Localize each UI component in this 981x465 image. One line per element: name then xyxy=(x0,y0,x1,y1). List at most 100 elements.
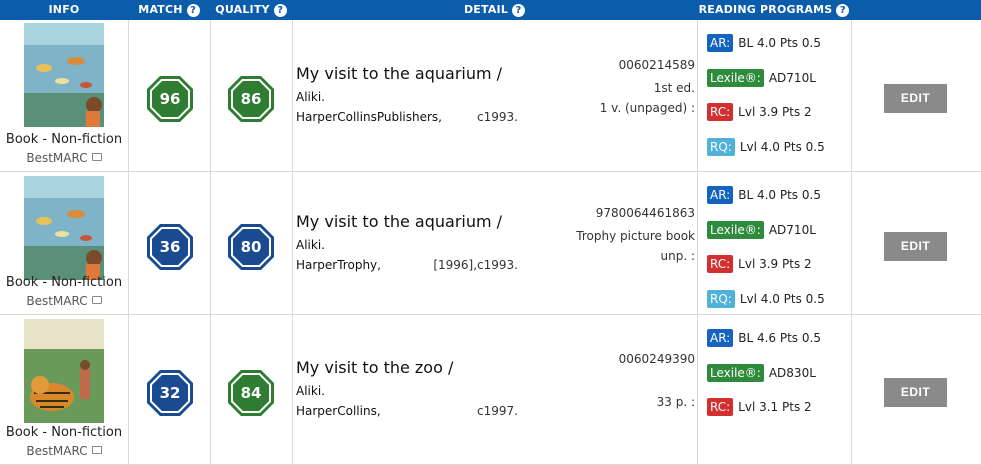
source-text: BestMARC xyxy=(26,294,88,308)
book-title-link[interactable]: My visit to the zoo / xyxy=(296,358,453,377)
reading-program-lexile: Lexile®: AD710L xyxy=(707,221,816,239)
edition-text: 1st ed. xyxy=(653,81,695,95)
edit-button[interactable]: EDIT xyxy=(884,84,947,113)
header-detail-label: DETAIL xyxy=(463,3,509,16)
reading-program-rq: RQ: Lvl 4.0 Pts 0.5 xyxy=(707,138,825,156)
program-badge: RC: xyxy=(707,103,734,121)
book-title-link[interactable]: My visit to the aquarium / xyxy=(296,64,502,83)
program-value: Lvl 3.9 Pts 2 xyxy=(738,257,812,271)
program-badge: Lexile®: xyxy=(707,364,764,382)
quality-score-badge: 84 xyxy=(227,369,275,417)
program-badge: RQ: xyxy=(707,138,735,156)
header-info: INFO xyxy=(0,0,128,20)
isbn-text: 0060249390 xyxy=(618,352,695,366)
record-icon[interactable] xyxy=(91,296,102,304)
format-label: Book - Non-fiction xyxy=(5,275,123,290)
book-cover-image[interactable] xyxy=(24,23,104,127)
format-label: Book - Non-fiction xyxy=(5,425,123,440)
publisher-text: HarperTrophy, xyxy=(296,258,381,272)
program-badge: AR: xyxy=(707,329,734,347)
program-value: BL 4.0 Pts 0.5 xyxy=(738,188,821,202)
quality-score: 86 xyxy=(240,90,262,108)
header-match-label: MATCH xyxy=(138,3,183,16)
table-row: Book - Non-fiction BestMARC 96 86 My visit t… xyxy=(0,20,981,172)
program-value: AD710L xyxy=(768,223,816,237)
source-label: BestMARC xyxy=(0,151,128,165)
program-value: Lvl 4.0 Pts 0.5 xyxy=(739,140,825,154)
quality-score: 80 xyxy=(240,238,262,256)
isbn-text: 0060214589 xyxy=(618,58,695,72)
header-quality: QUALITY ? xyxy=(210,0,292,20)
extent-text: 33 p. : xyxy=(656,395,695,409)
help-icon[interactable]: ? xyxy=(836,3,850,17)
match-score: 96 xyxy=(159,90,181,108)
match-score: 36 xyxy=(159,238,181,256)
match-score: 32 xyxy=(159,384,181,402)
edit-button[interactable]: EDIT xyxy=(884,232,947,261)
author-text: Aliki. xyxy=(296,90,325,104)
program-badge: Lexile®: xyxy=(707,69,764,87)
header-match: MATCH ? xyxy=(128,0,210,20)
help-icon[interactable]: ? xyxy=(512,3,526,17)
reading-program-rc: RC: Lvl 3.9 Pts 2 xyxy=(707,255,812,273)
source-text: BestMARC xyxy=(26,444,88,458)
header-detail: DETAIL ? xyxy=(292,0,697,20)
book-title-link[interactable]: My visit to the aquarium / xyxy=(296,212,502,231)
publication-date: c1993. xyxy=(477,110,518,124)
program-badge: RC: xyxy=(707,255,734,273)
program-badge: AR: xyxy=(707,186,734,204)
program-value: Lvl 3.9 Pts 2 xyxy=(738,105,812,119)
publication-date: [1996],c1993. xyxy=(433,258,518,272)
program-value: BL 4.6 Pts 0.5 xyxy=(738,331,821,345)
reading-program-lexile: Lexile®: AD830L xyxy=(707,364,816,382)
edition-text: Trophy picture book xyxy=(576,229,695,243)
extent-text: unp. : xyxy=(660,249,696,263)
reading-program-rc: RC: Lvl 3.9 Pts 2 xyxy=(707,103,812,121)
author-text: Aliki. xyxy=(296,384,325,398)
program-badge: RQ: xyxy=(707,290,735,308)
program-value: BL 4.0 Pts 0.5 xyxy=(738,36,821,50)
reading-program-ar: AR: BL 4.0 Pts 0.5 xyxy=(707,186,821,204)
quality-score-badge: 80 xyxy=(227,223,275,271)
program-value: AD830L xyxy=(768,366,816,380)
publisher-text: HarperCollins, xyxy=(296,404,381,418)
author-text: Aliki. xyxy=(296,238,325,252)
source-label: BestMARC xyxy=(0,294,128,308)
help-icon[interactable]: ? xyxy=(186,3,200,17)
table-header: INFO MATCH ? QUALITY ? DETAIL ? READING … xyxy=(0,0,981,20)
program-badge: RC: xyxy=(707,398,734,416)
header-quality-label: QUALITY xyxy=(215,3,270,16)
header-reading-programs-label: READING PROGRAMS xyxy=(698,3,833,16)
match-score-badge: 36 xyxy=(146,223,194,271)
record-icon[interactable] xyxy=(91,446,102,454)
program-value: AD710L xyxy=(768,71,816,85)
program-value: Lvl 3.1 Pts 2 xyxy=(738,400,812,414)
reading-program-rc: RC: Lvl 3.1 Pts 2 xyxy=(707,398,812,416)
header-reading-programs: READING PROGRAMS ? xyxy=(697,0,851,20)
program-badge: Lexile®: xyxy=(707,221,764,239)
quality-score-badge: 86 xyxy=(227,75,275,123)
edit-button[interactable]: EDIT xyxy=(884,378,947,407)
source-text: BestMARC xyxy=(26,151,88,165)
format-label: Book - Non-fiction xyxy=(5,132,123,147)
isbn-text: 9780064461863 xyxy=(595,206,695,220)
reading-program-ar: AR: BL 4.6 Pts 0.5 xyxy=(707,329,821,347)
publication-date: c1997. xyxy=(477,404,518,418)
table-row: Book - Non-fiction BestMARC 32 84 My visit t… xyxy=(0,315,981,465)
book-cover-image[interactable] xyxy=(24,176,104,280)
book-cover-image[interactable] xyxy=(24,319,104,423)
quality-score: 84 xyxy=(240,384,262,402)
source-label: BestMARC xyxy=(0,444,128,458)
program-value: Lvl 4.0 Pts 0.5 xyxy=(739,292,825,306)
help-icon[interactable]: ? xyxy=(273,3,287,17)
program-badge: AR: xyxy=(707,34,734,52)
reading-program-rq: RQ: Lvl 4.0 Pts 0.5 xyxy=(707,290,825,308)
reading-program-lexile: Lexile®: AD710L xyxy=(707,69,816,87)
record-icon[interactable] xyxy=(91,153,102,161)
table-row: Book - Non-fiction BestMARC 36 80 My visit t… xyxy=(0,172,981,315)
header-info-label: INFO xyxy=(48,3,80,16)
extent-text: 1 v. (unpaged) : xyxy=(599,101,695,115)
reading-program-ar: AR: BL 4.0 Pts 0.5 xyxy=(707,34,821,52)
match-score-badge: 96 xyxy=(146,75,194,123)
match-score-badge: 32 xyxy=(146,369,194,417)
